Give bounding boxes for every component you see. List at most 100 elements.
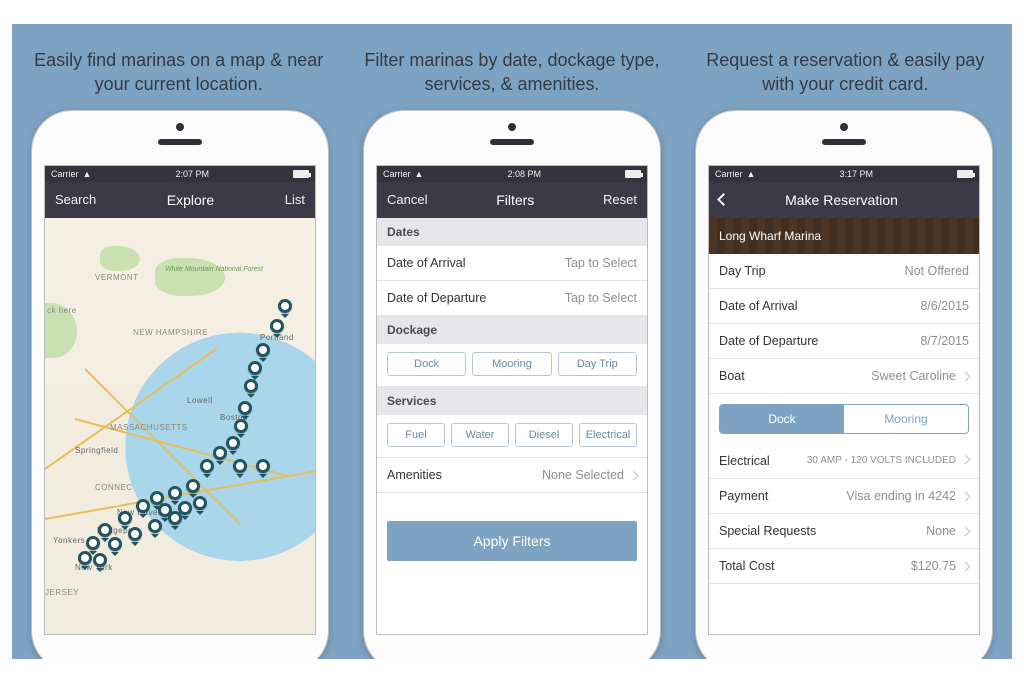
map-pin[interactable] — [193, 496, 207, 510]
row-label: Date of Arrival — [387, 256, 466, 270]
map-pin[interactable] — [168, 511, 182, 525]
map-pin[interactable] — [233, 459, 247, 473]
phones-row: Carrier ▲ 2:07 PM Search Explore List — [12, 111, 1012, 659]
chevron-right-icon — [961, 561, 971, 571]
chip-daytrip[interactable]: Day Trip — [558, 352, 637, 376]
chevron-right-icon — [961, 526, 971, 536]
reservation-form: Long Wharf Marina Day Trip Not Offered D… — [709, 218, 979, 634]
row-value: Sweet Caroline — [871, 369, 969, 383]
park-blob — [155, 258, 225, 296]
status-bar: Carrier ▲ 2:08 PM — [377, 166, 647, 182]
segment-mooring[interactable]: Mooring — [844, 405, 968, 433]
nav-bar: Make Reservation — [709, 182, 979, 218]
chip-water[interactable]: Water — [451, 423, 509, 447]
row-daytrip: Day Trip Not Offered — [709, 254, 979, 289]
map-pin[interactable] — [93, 553, 107, 567]
row-boat[interactable]: Boat Sweet Caroline — [709, 359, 979, 394]
row-label: Boat — [719, 369, 745, 383]
row-date-departure[interactable]: Date of Departure Tap to Select — [377, 281, 647, 316]
map-pin[interactable] — [256, 343, 270, 357]
marina-name: Long Wharf Marina — [719, 229, 821, 243]
section-header-dockage: Dockage — [377, 316, 647, 344]
map-pin[interactable] — [234, 419, 248, 433]
map-pin[interactable] — [213, 446, 227, 460]
map-pin[interactable] — [118, 511, 132, 525]
filters-form: Dates Date of Arrival Tap to Select Date… — [377, 218, 647, 634]
row-total-cost[interactable]: Total Cost $120.75 — [709, 549, 979, 584]
row-label: Day Trip — [719, 264, 766, 278]
row-amenities[interactable]: Amenities None Selected — [377, 458, 647, 493]
map-pin[interactable] — [278, 299, 292, 313]
map-view[interactable]: VERMONT White Mountain National Forest N… — [45, 218, 315, 634]
back-button[interactable] — [719, 192, 728, 207]
row-value: 8/6/2015 — [920, 299, 969, 313]
phone-filters: Carrier ▲ 2:08 PM Cancel Filters Reset D… — [364, 111, 660, 659]
reset-button[interactable]: Reset — [603, 192, 637, 207]
page-title: Filters — [496, 192, 534, 208]
map-pin[interactable] — [86, 536, 100, 550]
row-payment[interactable]: Payment Visa ending in 4242 — [709, 479, 979, 514]
chip-diesel[interactable]: Diesel — [515, 423, 573, 447]
page-title: Make Reservation — [785, 192, 898, 208]
map-pin[interactable] — [128, 527, 142, 541]
row-electrical[interactable]: Electrical 30 AMP - 120 VOLTS INCLUDED — [709, 444, 979, 479]
row-value: Visa ending in 4242 — [846, 489, 969, 503]
map-city-springfield: Springfield — [75, 446, 118, 455]
screen-reservation: Carrier ▲ 3:17 PM Make Reservation Long … — [708, 165, 980, 635]
caption-2: Filter marinas by date, dockage type, se… — [362, 48, 662, 97]
map-pin[interactable] — [108, 537, 122, 551]
dockage-chips: Dock Mooring Day Trip — [377, 344, 647, 387]
captions-row: Easily find marinas on a map & near your… — [12, 24, 1012, 97]
clock-label: 2:08 PM — [507, 169, 541, 179]
map-pin[interactable] — [244, 379, 258, 393]
map-pin[interactable] — [168, 486, 182, 500]
caption-3: Request a reservation & easily pay with … — [695, 48, 995, 97]
map-pin[interactable] — [148, 519, 162, 533]
phone-reservation: Carrier ▲ 3:17 PM Make Reservation Long … — [696, 111, 992, 659]
map-pin[interactable] — [136, 499, 150, 513]
chevron-right-icon — [961, 491, 971, 501]
row-value: Tap to Select — [565, 291, 637, 305]
row-arrival[interactable]: Date of Arrival 8/6/2015 — [709, 289, 979, 324]
map-label-ma: MASSACHUSETTS — [110, 423, 188, 432]
map-label-vermont: VERMONT — [95, 273, 139, 282]
clock-label: 3:17 PM — [839, 169, 873, 179]
map-pin[interactable] — [200, 459, 214, 473]
map-pin[interactable] — [78, 551, 92, 565]
map-city-yonkers: Yonkers — [53, 536, 85, 545]
map-label-ct: CONNEC — [95, 483, 133, 492]
apply-filters-button[interactable]: Apply Filters — [387, 521, 637, 561]
row-special-requests[interactable]: Special Requests None — [709, 514, 979, 549]
map-pin[interactable] — [256, 459, 270, 473]
row-label: Date of Departure — [387, 291, 486, 305]
chip-mooring[interactable]: Mooring — [472, 352, 551, 376]
row-label: Special Requests — [719, 524, 816, 538]
nav-bar: Cancel Filters Reset — [377, 182, 647, 218]
search-button[interactable]: Search — [55, 192, 96, 207]
row-label: Electrical — [719, 454, 770, 468]
chip-fuel[interactable]: Fuel — [387, 423, 445, 447]
map-pin[interactable] — [248, 361, 262, 375]
nav-bar: Search Explore List — [45, 182, 315, 218]
cancel-button[interactable]: Cancel — [387, 192, 427, 207]
battery-icon — [293, 170, 309, 178]
row-value: None Selected — [542, 468, 637, 482]
map-pin[interactable] — [98, 523, 112, 537]
chip-electrical[interactable]: Electrical — [579, 423, 637, 447]
map-pin[interactable] — [186, 479, 200, 493]
map-pin[interactable] — [270, 319, 284, 333]
map-pin[interactable] — [238, 401, 252, 415]
carrier-label: Carrier — [383, 169, 411, 179]
segment-dock[interactable]: Dock — [720, 405, 844, 433]
map-city-lowell: Lowell — [187, 396, 213, 405]
row-label: Date of Arrival — [719, 299, 798, 313]
chip-dock[interactable]: Dock — [387, 352, 466, 376]
row-date-arrival[interactable]: Date of Arrival Tap to Select — [377, 246, 647, 281]
row-departure[interactable]: Date of Departure 8/7/2015 — [709, 324, 979, 359]
map-pin[interactable] — [226, 436, 240, 450]
chevron-right-icon — [961, 455, 971, 465]
wifi-icon: ▲ — [83, 169, 92, 179]
row-value: 8/7/2015 — [920, 334, 969, 348]
list-button[interactable]: List — [285, 192, 305, 207]
section-header-dates: Dates — [377, 218, 647, 246]
